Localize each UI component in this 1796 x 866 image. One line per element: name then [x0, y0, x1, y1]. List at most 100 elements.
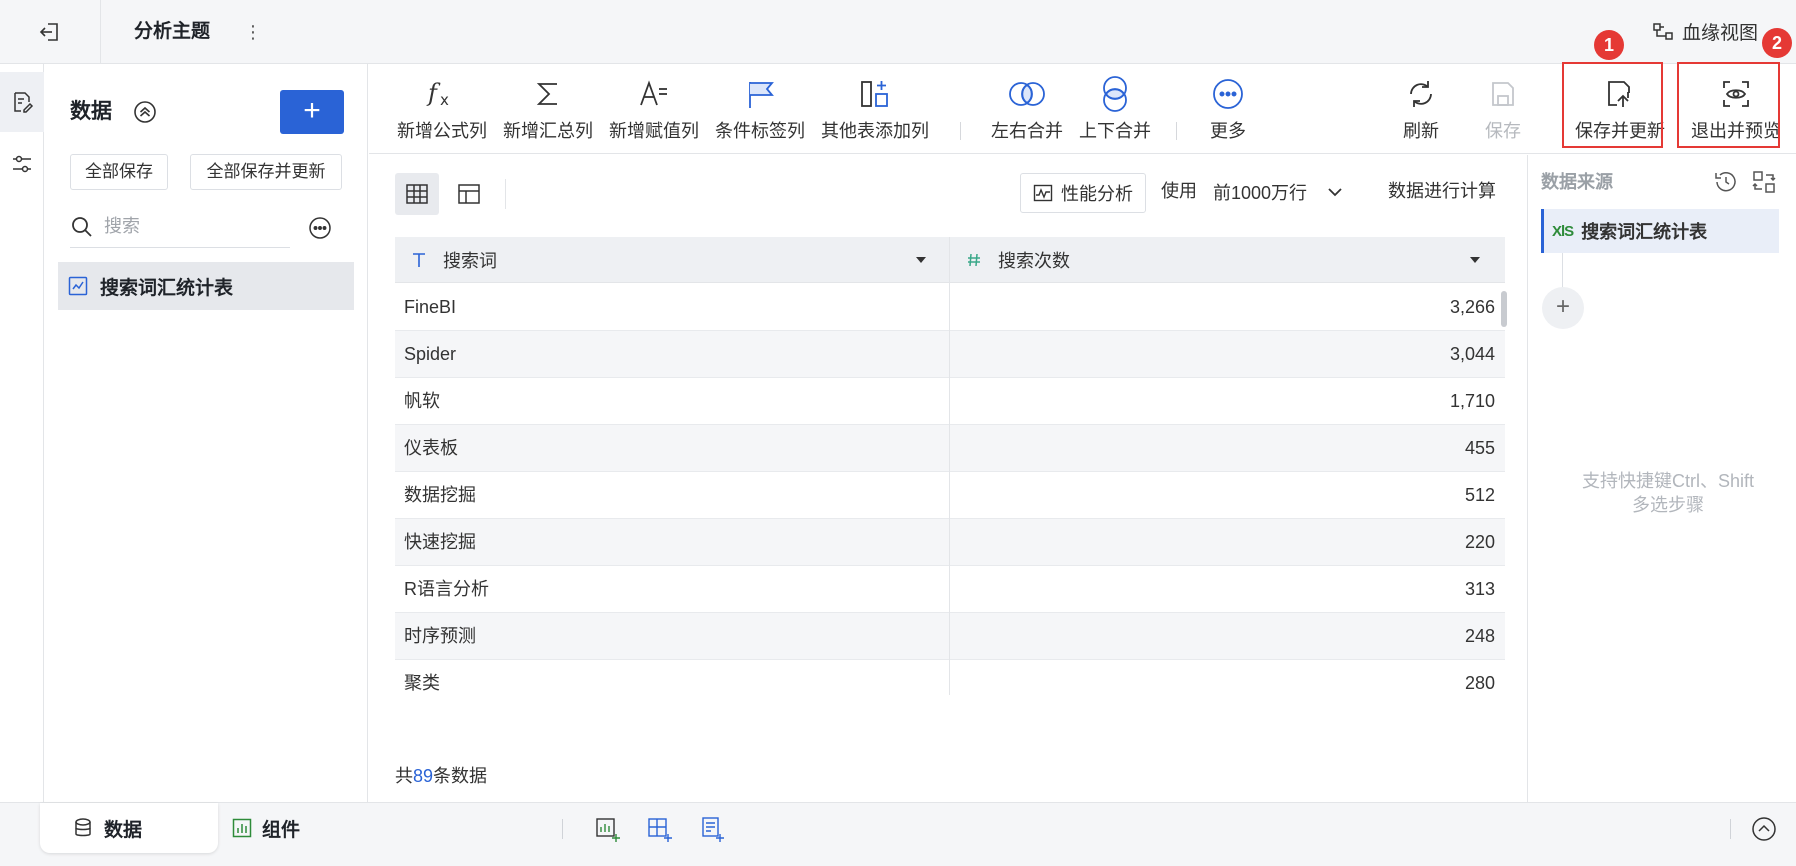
condition-label-column-button[interactable]: 条件标签列 [713, 74, 807, 142]
join-horizontal-button[interactable]: 左右合并 [985, 74, 1069, 142]
cell-search-count: 512 [1464, 485, 1495, 505]
analysis-subject-tab[interactable]: 分析主题 [134, 20, 210, 44]
add-table-icon[interactable] [594, 815, 622, 843]
grid-view-button[interactable] [395, 173, 439, 215]
search-input[interactable] [104, 216, 274, 237]
calc-label: 数据进行计算 [1388, 181, 1496, 201]
toolbar-separator [960, 122, 961, 140]
table-chart-icon [68, 276, 88, 296]
add-story-icon[interactable] [698, 815, 726, 843]
save-all-button[interactable]: 全部保存 [70, 154, 168, 190]
search-icon [72, 216, 92, 237]
hint-line-1: 支持快捷键Ctrl、Shift [1581, 471, 1754, 491]
cell-search-count: 313 [1464, 579, 1495, 599]
step-connector [1562, 253, 1563, 289]
cell-search-term: R语言分析 [404, 579, 489, 599]
svg-text:x: x [440, 91, 449, 109]
content-area: 性能分析 使用 前1000万行 数据进行计算 搜索词 搜索次数 FineBI 3… [369, 155, 1527, 802]
column-header-search-count[interactable]: 搜索次数 [950, 237, 1505, 283]
table-row[interactable]: 快速挖掘 220 [395, 519, 1505, 566]
more-options-icon[interactable] [308, 216, 332, 240]
column-name: 搜索词 [443, 251, 497, 271]
highlight-box-exit-preview [1677, 62, 1780, 148]
table-row[interactable]: 仪表板 455 [395, 425, 1505, 472]
join-horizontal-icon [1009, 82, 1045, 106]
table-scrollbar[interactable] [1501, 291, 1507, 327]
add-dashboard-icon[interactable] [646, 815, 674, 843]
cell-search-term: Spider [404, 344, 457, 364]
steps-panel: 数据来源 XlS 搜索词汇统计表 + 支持快捷键Ctrl、Shift 多选步骤 [1527, 155, 1796, 802]
data-edit-icon [14, 92, 34, 113]
collapse-up-icon[interactable] [132, 99, 158, 125]
steps-panel-title: 数据来源 [1541, 172, 1613, 192]
table-header: 搜索词 搜索次数 [395, 237, 1505, 283]
refresh-button[interactable]: 刷新 [1393, 74, 1449, 142]
add-data-button[interactable]: + [280, 90, 344, 134]
save-button[interactable]: 保存 [1475, 74, 1531, 142]
toolbar-label: 新增汇总列 [503, 121, 593, 141]
toolbar-separator [1176, 122, 1177, 140]
add-column-icon [861, 81, 888, 107]
column-header-search-term[interactable]: 搜索词 [395, 237, 949, 283]
bottom-separator [562, 819, 563, 839]
add-formula-column-button[interactable]: fx 新增公式列 [395, 74, 489, 142]
union-vertical-button[interactable]: 上下合并 [1073, 74, 1157, 142]
performance-icon [1033, 184, 1053, 202]
column-name: 搜索次数 [998, 251, 1070, 271]
collapse-panel-icon[interactable] [1750, 815, 1778, 843]
table-row[interactable]: R语言分析 313 [395, 566, 1505, 613]
text-type-icon [413, 253, 425, 267]
exit-icon[interactable] [38, 20, 62, 44]
perf-label: 性能分析 [1061, 184, 1133, 204]
rail-data-edit[interactable] [0, 72, 44, 132]
top-bar: 分析主题 ⋮ 血缘视图 [0, 0, 1796, 64]
table-row[interactable]: 帆软 1,710 [395, 378, 1505, 425]
cell-search-term: 数据挖掘 [404, 485, 476, 505]
add-step-button[interactable]: + [1542, 287, 1584, 329]
grid-view-icon [406, 184, 428, 204]
left-rail [0, 64, 44, 802]
toolbar-label: 更多 [1210, 121, 1246, 141]
table-item-search-stats[interactable]: 搜索词汇统计表 [58, 262, 354, 310]
table-row[interactable]: Spider 3,044 [395, 331, 1505, 378]
table-row[interactable]: 聚类 280 [395, 660, 1505, 695]
refresh-icon [1410, 81, 1432, 107]
toolbar-label: 新增赋值列 [609, 121, 699, 141]
toolbar-label: 上下合并 [1079, 121, 1151, 141]
add-assign-column-button[interactable]: 新增赋值列 [607, 74, 701, 142]
bottom-tab-data[interactable]: 数据 [40, 803, 218, 853]
cell-search-count: 455 [1464, 438, 1495, 458]
layout-view-button[interactable] [447, 173, 491, 215]
cell-search-term: FineBI [404, 297, 457, 317]
formula-fx-icon: fx [426, 79, 449, 109]
sigma-sum-icon [536, 83, 557, 105]
add-summary-column-button[interactable]: 新增汇总列 [501, 74, 595, 142]
add-column-from-other-table-button[interactable]: 其他表添加列 [819, 74, 931, 142]
source-step-item[interactable]: XlS 搜索词汇统计表 [1541, 209, 1779, 253]
row-limit-select[interactable]: 前1000万行 [1213, 177, 1343, 207]
footer-prefix: 共 [395, 766, 413, 786]
history-icon[interactable] [1713, 169, 1739, 195]
lineage-icon [1653, 22, 1673, 40]
save-all-update-button[interactable]: 全部保存并更新 [190, 154, 342, 190]
toolbar-label: 刷新 [1403, 121, 1439, 141]
row-count-number: 89 [413, 766, 434, 786]
table-row[interactable]: 时序预测 248 [395, 613, 1505, 660]
data-panel: 数据 + 全部保存 全部保存并更新 搜索词汇统计表 [44, 64, 413, 802]
switch-layout-icon[interactable] [1751, 169, 1777, 195]
bottom-tab-label: 组件 [262, 819, 301, 841]
bottom-tab-component[interactable]: 组件 [232, 803, 352, 853]
tab-more-icon[interactable]: ⋮ [244, 20, 262, 44]
table-row[interactable]: 数据挖掘 512 [395, 472, 1505, 519]
number-type-icon [968, 253, 980, 267]
view-separator [505, 179, 506, 209]
table-row[interactable]: FineBI 3,266 [395, 284, 1505, 331]
panel-title: 数据 [70, 100, 112, 123]
lineage-view-button[interactable]: 血缘视图 [1652, 18, 1758, 45]
chevron-down-icon [1328, 188, 1342, 197]
performance-analysis-button[interactable]: 性能分析 [1020, 173, 1146, 213]
rail-settings[interactable] [0, 134, 44, 194]
more-button[interactable]: 更多 [1197, 74, 1259, 142]
bottom-bar: 数据 组件 [0, 802, 1796, 866]
sort-caret-icon [916, 257, 926, 263]
